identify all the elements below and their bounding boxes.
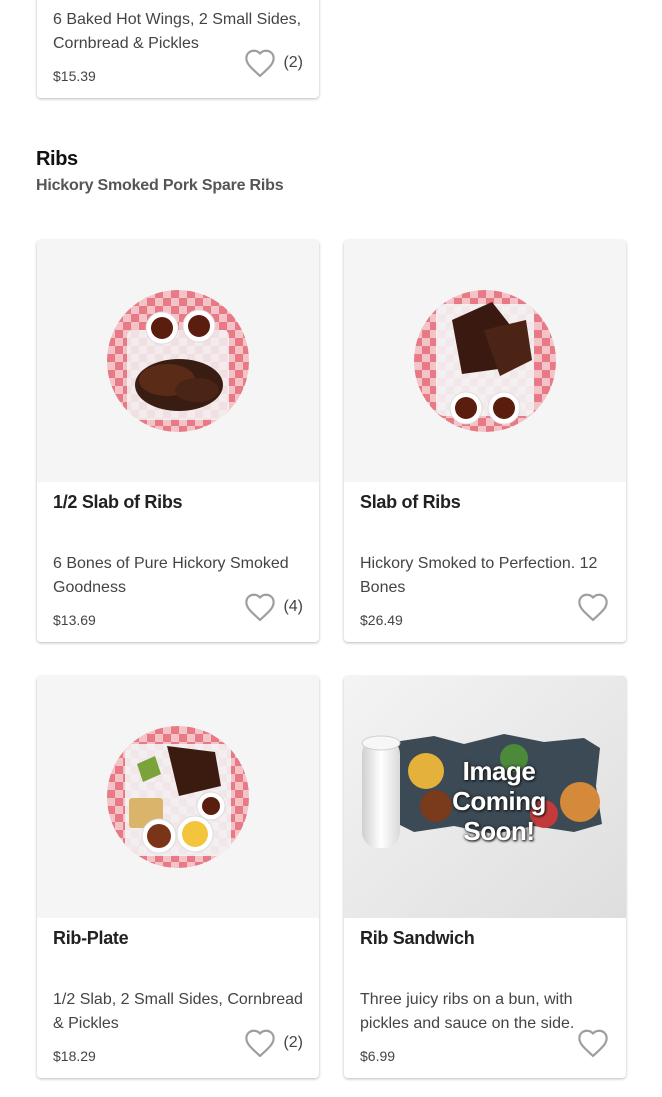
half-slab-ribs-photo bbox=[107, 290, 249, 432]
favorite-control[interactable]: (2) bbox=[243, 1028, 303, 1058]
item-price: $6.99 bbox=[360, 1048, 396, 1064]
item-image-area bbox=[37, 676, 319, 918]
section-title: Ribs bbox=[36, 148, 78, 170]
favorite-control[interactable]: (2) bbox=[243, 48, 303, 78]
menu-item-card[interactable]: Image Coming Soon! Rib Sandwich Three ju… bbox=[344, 676, 626, 1078]
item-price: $26.49 bbox=[360, 612, 403, 628]
section-subtitle: Hickory Smoked Pork Spare Ribs bbox=[36, 177, 284, 194]
item-name: Slab of Ribs bbox=[360, 492, 461, 512]
menu-item-card[interactable]: Rib-Plate 1/2 Slab, 2 Small Sides, Cornb… bbox=[37, 676, 319, 1078]
favorite-control[interactable]: (4) bbox=[243, 592, 303, 622]
item-price: $15.39 bbox=[53, 68, 96, 84]
favorite-count: (2) bbox=[283, 54, 303, 71]
favorite-count: (2) bbox=[283, 1034, 303, 1051]
item-name: Rib-Plate bbox=[53, 928, 129, 948]
menu-item-card[interactable]: 6 Baked Hot Wings, 2 Small Sides, Cornbr… bbox=[37, 0, 319, 98]
rib-plate-photo bbox=[107, 726, 249, 868]
heart-outline-icon[interactable] bbox=[576, 1028, 610, 1058]
heart-outline-icon[interactable] bbox=[243, 48, 277, 78]
heart-outline-icon[interactable] bbox=[243, 592, 277, 622]
menu-item-card[interactable]: Slab of Ribs Hickory Smoked to Perfectio… bbox=[344, 240, 626, 642]
item-description: Three juicy ribs on a bun, with pickles … bbox=[360, 991, 575, 1032]
heart-outline-icon[interactable] bbox=[576, 592, 610, 622]
item-name: 1/2 Slab of Ribs bbox=[53, 492, 183, 512]
menu-item-card[interactable]: 1/2 Slab of Ribs 6 Bones of Pure Hickory… bbox=[37, 240, 319, 642]
item-price: $18.29 bbox=[53, 1048, 96, 1064]
item-description: Hickory Smoked to Perfection. 12 Bones bbox=[360, 555, 598, 596]
favorite-count: (4) bbox=[283, 598, 303, 615]
placeholder-caption: Image Coming Soon! bbox=[452, 756, 546, 846]
favorite-control[interactable] bbox=[576, 1028, 610, 1058]
item-image-area bbox=[37, 240, 319, 482]
image-coming-soon-placeholder: Image Coming Soon! bbox=[344, 676, 626, 918]
item-image-area bbox=[344, 240, 626, 482]
favorite-control[interactable] bbox=[576, 592, 610, 622]
item-price: $13.69 bbox=[53, 612, 96, 628]
slab-ribs-photo bbox=[414, 290, 556, 432]
heart-outline-icon[interactable] bbox=[243, 1028, 277, 1058]
item-name: Rib Sandwich bbox=[360, 928, 475, 948]
